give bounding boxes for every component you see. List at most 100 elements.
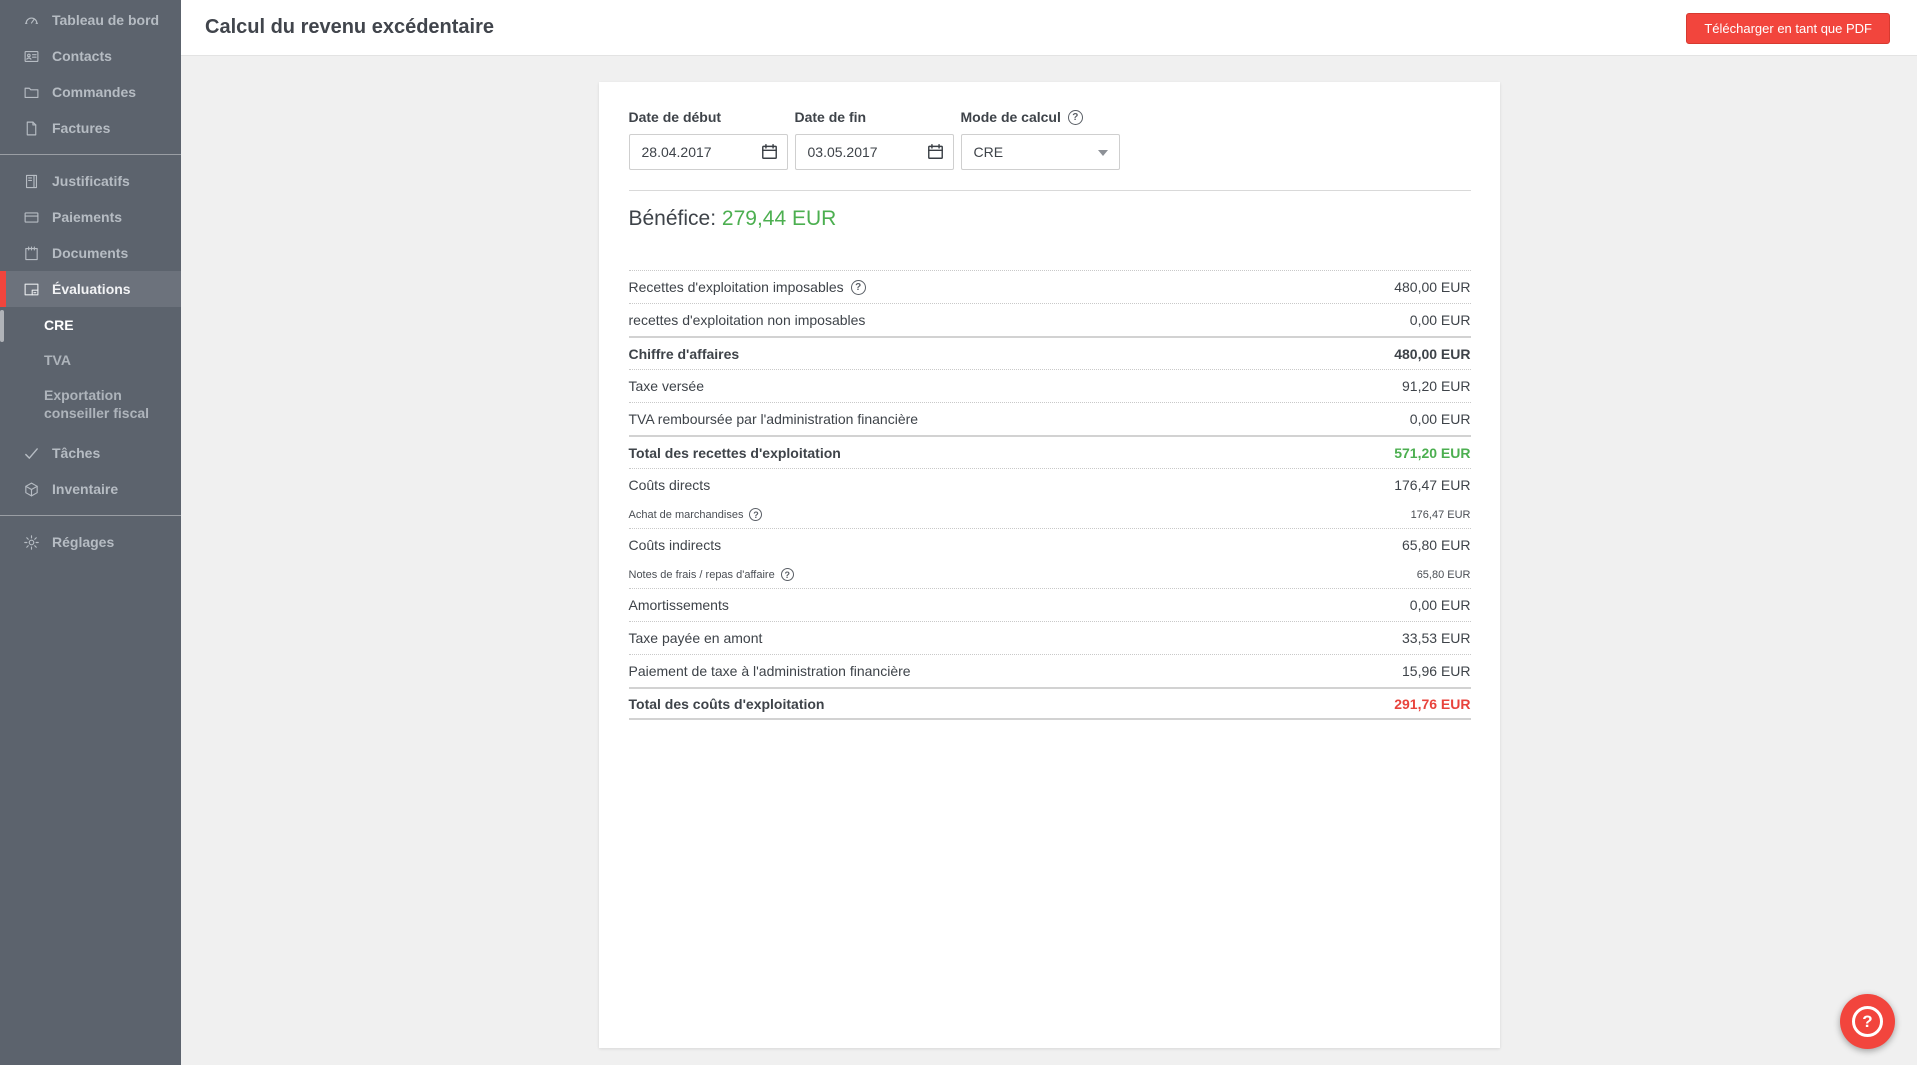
orders-folder-icon (22, 83, 40, 101)
help-icon[interactable]: ? (1068, 110, 1083, 125)
start-date-field: Date de début (629, 108, 788, 170)
calendar-icon[interactable] (926, 142, 945, 161)
sidebar-subitem-tva[interactable]: TVA (0, 342, 181, 377)
row-value: 176,47 EUR (1411, 509, 1471, 521)
download-pdf-button[interactable]: Télécharger en tant que PDF (1686, 13, 1890, 44)
calendar-icon[interactable] (760, 142, 779, 161)
calc-mode-label: Mode de calcul ? (961, 108, 1120, 126)
table-row: Amortissements 0,00 EUR (629, 588, 1471, 621)
sidebar-item-orders[interactable]: Commandes (0, 74, 181, 110)
sidebar-item-evaluations[interactable]: Évaluations (0, 271, 181, 307)
table-row: Coûts directs 176,47 EUR (629, 468, 1471, 501)
table-subrow: Achat de marchandises ? 176,47 EUR (629, 501, 1471, 528)
profit-summary: Bénéfice: 279,44 EUR (629, 207, 1471, 231)
sidebar-item-label: Inventaire (52, 481, 118, 497)
start-date-label: Date de début (629, 108, 788, 126)
row-value: 15,96 EUR (1402, 663, 1470, 679)
row-value: 0,00 EUR (1410, 597, 1471, 613)
divider (629, 190, 1471, 191)
table-row-operating-costs-total: Total des coûts d'exploitation 291,76 EU… (629, 687, 1471, 720)
sidebar-scrollbar-thumb[interactable] (0, 310, 4, 342)
row-label: Taxe payée en amont (629, 630, 763, 646)
inventory-cube-icon (22, 480, 40, 498)
page-title: Calcul du revenu excédentaire (205, 16, 494, 39)
main-content: Date de début Date de fin (181, 56, 1917, 1065)
help-icon[interactable]: ? (781, 568, 794, 581)
dashboard-icon (22, 11, 40, 29)
end-date-label: Date de fin (795, 108, 954, 126)
row-label: Achat de marchandises (629, 509, 744, 521)
sidebar-subitem-label: CRE (44, 317, 74, 333)
sidebar-item-label: Factures (52, 120, 110, 136)
row-label: Total des recettes d'exploitation (629, 445, 841, 461)
sidebar-item-label: Tableau de bord (52, 12, 159, 28)
sidebar-item-dashboard[interactable]: Tableau de bord (0, 2, 181, 38)
table-row: Taxe versée 91,20 EUR (629, 369, 1471, 402)
invoice-file-icon (22, 119, 40, 137)
row-value: 0,00 EUR (1410, 411, 1471, 427)
sidebar-item-invoices[interactable]: Factures (0, 110, 181, 146)
chevron-down-icon (1098, 150, 1108, 156)
table-row-revenue-total: Chiffre d'affaires 480,00 EUR (629, 336, 1471, 369)
table-row: recettes d'exploitation non imposables 0… (629, 303, 1471, 336)
sidebar-divider (0, 515, 181, 516)
receipts-book-icon (22, 172, 40, 190)
sidebar-item-payments[interactable]: Paiements (0, 199, 181, 235)
sidebar-subitem-tax-advisor-export[interactable]: Exportation conseiller fiscal (0, 377, 181, 431)
sidebar-item-label: Contacts (52, 48, 112, 64)
row-value: 176,47 EUR (1394, 477, 1470, 493)
help-icon[interactable]: ? (851, 280, 866, 295)
row-label: TVA remboursée par l'administration fina… (629, 411, 919, 427)
table-row: TVA remboursée par l'administration fina… (629, 402, 1471, 435)
contacts-icon (22, 47, 40, 65)
calc-mode-label-text: Mode de calcul (961, 109, 1061, 125)
row-value-negative: 291,76 EUR (1394, 696, 1470, 712)
top-bar: Calcul du revenu excédentaire Télécharge… (181, 0, 1917, 56)
profit-label: Bénéfice: (629, 207, 717, 230)
table-row: Coûts indirects 65,80 EUR (629, 528, 1471, 561)
sidebar-item-tasks[interactable]: Tâches (0, 435, 181, 471)
sidebar-item-receipts[interactable]: Justificatifs (0, 163, 181, 199)
row-label: Paiement de taxe à l'administration fina… (629, 663, 911, 679)
row-label: Recettes d'exploitation imposables (629, 279, 844, 295)
row-value-positive: 571,20 EUR (1394, 445, 1470, 461)
sidebar-item-settings[interactable]: Réglages (0, 524, 181, 560)
table-row: Recettes d'exploitation imposables ? 480… (629, 270, 1471, 303)
row-label: Notes de frais / repas d'affaire (629, 569, 775, 581)
question-fab-icon: ? (1852, 1006, 1883, 1037)
table-subrow: Notes de frais / repas d'affaire ? 65,80… (629, 561, 1471, 588)
sidebar-item-label: Documents (52, 245, 128, 261)
calc-mode-select[interactable]: CRE (961, 134, 1120, 170)
sidebar-item-label: Tâches (52, 445, 100, 461)
sidebar-item-documents[interactable]: Documents (0, 235, 181, 271)
row-value: 33,53 EUR (1402, 630, 1470, 646)
sidebar-item-contacts[interactable]: Contacts (0, 38, 181, 74)
row-value: 480,00 EUR (1394, 279, 1470, 295)
sidebar-item-label: Paiements (52, 209, 122, 225)
sidebar: Tableau de bord Contacts Commandes Factu… (0, 0, 181, 1065)
row-label: Amortissements (629, 597, 729, 613)
row-label: Coûts directs (629, 477, 711, 493)
help-icon[interactable]: ? (749, 508, 762, 521)
cre-report-card: Date de début Date de fin (599, 82, 1500, 1048)
row-label: Chiffre d'affaires (629, 346, 740, 362)
calc-mode-value: CRE (974, 144, 1004, 160)
sidebar-item-label: Commandes (52, 84, 136, 100)
sidebar-subitem-label: Exportation conseiller fiscal (44, 386, 163, 422)
row-label: Coûts indirects (629, 537, 722, 553)
payments-card-icon (22, 208, 40, 226)
sidebar-subitem-label: TVA (44, 352, 71, 368)
evaluations-chart-icon (22, 280, 40, 298)
table-row: Paiement de taxe à l'administration fina… (629, 654, 1471, 687)
table-row-operating-income-total: Total des recettes d'exploitation 571,20… (629, 435, 1471, 468)
calc-mode-field: Mode de calcul ? CRE (961, 108, 1120, 170)
filter-bar: Date de début Date de fin (629, 108, 1471, 170)
row-value: 91,20 EUR (1402, 378, 1470, 394)
sidebar-item-inventory[interactable]: Inventaire (0, 471, 181, 507)
row-value: 480,00 EUR (1394, 346, 1470, 362)
help-fab-button[interactable]: ? (1840, 994, 1895, 1049)
sidebar-subitem-cre[interactable]: CRE (0, 307, 181, 342)
row-label: Total des coûts d'exploitation (629, 696, 825, 712)
tasks-check-icon (22, 444, 40, 462)
sidebar-item-label: Justificatifs (52, 173, 130, 189)
